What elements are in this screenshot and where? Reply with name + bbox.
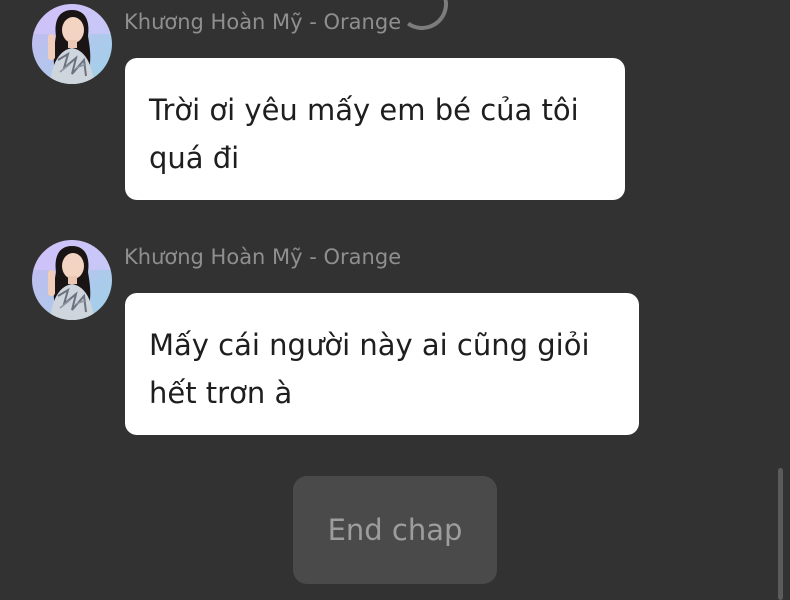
message-text-line: quá đi [149, 141, 240, 175]
message-text-line: Mấy cái người này ai cũng giỏi [149, 328, 590, 362]
message-bubble: Trời ơi yêu mấy em bé của tôi quá đi [125, 58, 625, 200]
message-text-line: Trời ơi yêu mấy em bé của tôi [149, 93, 579, 127]
chat-screen: Khương Hoàn Mỹ - Orange Trời ơi yêu mấy … [0, 0, 790, 600]
sender-name: Khương Hoàn Mỹ - Orange [124, 245, 402, 269]
end-chap-button[interactable]: End chap [293, 476, 497, 584]
scrollbar[interactable] [778, 468, 783, 600]
avatar[interactable] [32, 4, 112, 84]
avatar[interactable] [32, 240, 112, 320]
message-bubble: Mấy cái người này ai cũng giỏi hết trơn … [125, 293, 639, 435]
message-text-line: hết trơn à [149, 376, 293, 410]
sender-name: Khương Hoàn Mỹ - Orange [124, 10, 402, 34]
